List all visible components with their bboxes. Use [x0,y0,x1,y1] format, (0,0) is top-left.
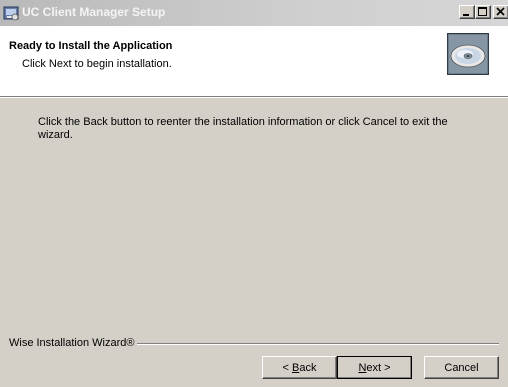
back-button[interactable]: < Back [262,356,337,379]
setup-dialog: UC Client Manager Setup Ready to Install… [0,0,508,387]
page-title: Ready to Install the Application [9,40,173,52]
minimize-button[interactable] [459,5,475,19]
back-button-prefix: < [282,361,292,374]
cancel-button[interactable]: Cancel [424,356,499,379]
page-subtitle: Click Next to begin installation. [22,58,172,70]
next-button[interactable]: Next > [337,356,412,379]
maximize-button[interactable] [475,5,491,19]
header-separator [0,96,508,98]
title-bar[interactable]: UC Client Manager Setup [0,0,508,26]
cd-disc-icon [447,33,489,75]
close-button[interactable] [493,5,508,19]
wizard-brand-label: Wise Installation Wizard® [9,337,138,349]
maximize-icon [478,7,487,16]
back-button-rest: ack [299,361,317,374]
instructions-text: Click the Back button to reenter the ins… [38,116,448,141]
window-title: UC Client Manager Setup [22,5,166,19]
next-button-rest: ext > [366,361,391,374]
header-panel: Ready to Install the Application Click N… [0,26,508,96]
close-icon [496,7,505,16]
minimize-icon [463,14,469,16]
installer-app-icon [3,6,19,21]
